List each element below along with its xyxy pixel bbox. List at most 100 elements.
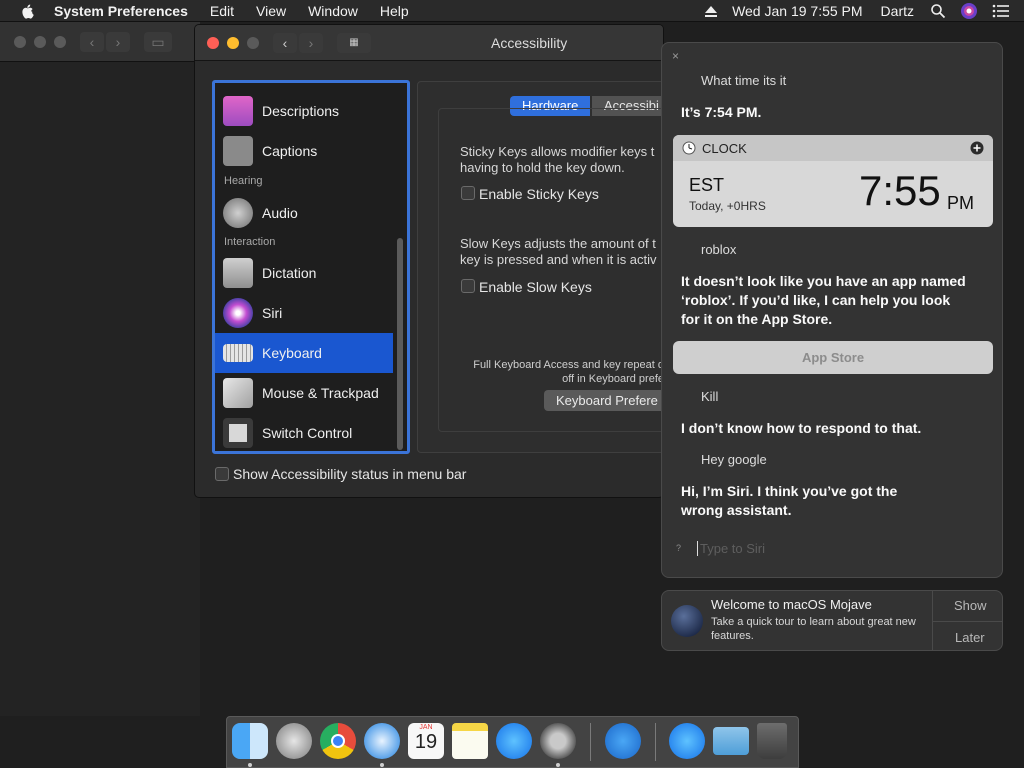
- menu-help[interactable]: Help: [380, 3, 409, 19]
- sticky-keys-description: Sticky Keys allows modifier keys t havin…: [460, 144, 654, 176]
- minimize-button[interactable]: [227, 37, 239, 49]
- status-menubar-label[interactable]: Show Accessibility status in menu bar: [233, 466, 466, 482]
- sticky-keys-label[interactable]: Enable Sticky Keys: [479, 186, 599, 202]
- sidebar-item-audio[interactable]: Audio: [215, 193, 393, 233]
- keyboard-pane: Hardware Accessibi Sticky Keys allows mo…: [417, 81, 664, 453]
- close-button[interactable]: [207, 37, 219, 49]
- menu-window[interactable]: Window: [308, 3, 358, 19]
- status-menubar-checkbox[interactable]: [215, 467, 229, 481]
- sidebar-section-interaction: Interaction: [224, 236, 276, 248]
- siri-input[interactable]: Type to Siri: [700, 541, 765, 556]
- menu-edit[interactable]: Edit: [210, 3, 234, 19]
- sidebar-item-label: Switch Control: [262, 425, 353, 441]
- sidebar-item-keyboard[interactable]: Keyboard: [215, 333, 393, 373]
- slow-keys-label[interactable]: Enable Slow Keys: [479, 279, 592, 295]
- siri-query-3: Kill: [701, 389, 719, 404]
- siri-answer-1: It’s 7:54 PM.: [681, 104, 762, 120]
- launchpad-icon[interactable]: [276, 723, 312, 759]
- siri-answer-3: I don’t know how to respond to that.: [681, 420, 922, 436]
- sidebar-item-switch-control[interactable]: Switch Control: [215, 413, 393, 451]
- calendar-icon[interactable]: JAN 19: [408, 723, 444, 759]
- clock-timezone: EST: [689, 175, 725, 195]
- bg-zoom-button[interactable]: [54, 36, 66, 48]
- dock-separator-2: [655, 723, 656, 761]
- zoom-button[interactable]: [247, 37, 259, 49]
- sidebar-item-captions[interactable]: Captions: [215, 131, 393, 171]
- notification-show-button[interactable]: Show: [954, 598, 987, 613]
- window-titlebar: ‹ › ▦ Accessibility: [195, 25, 663, 61]
- clock-ampm: PM: [947, 193, 974, 213]
- accessibility-window: ‹ › ▦ Accessibility Descriptions Caption…: [194, 24, 664, 498]
- mouse-icon: [223, 378, 253, 408]
- app-store-icon[interactable]: [496, 723, 532, 759]
- siri-answer-4: Hi, I’m Siri. I think you’ve got the wro…: [681, 483, 898, 518]
- siri-menubar-icon[interactable]: [960, 2, 978, 20]
- background-window-titlebar: ‹ › ▭: [0, 22, 200, 62]
- bg-minimize-button[interactable]: [34, 36, 46, 48]
- clock-icon: [682, 141, 696, 155]
- menu-view[interactable]: View: [256, 3, 286, 19]
- downloads-folder-icon[interactable]: [713, 727, 749, 755]
- clock-card-title: CLOCK: [702, 140, 747, 156]
- calendar-day: 19: [414, 731, 438, 753]
- clock-card[interactable]: CLOCK EST Today, +0HRS 7:55 PM: [673, 135, 993, 227]
- slow-line-1: Slow Keys adjusts the amount of t: [460, 236, 656, 251]
- bg-forward-button[interactable]: ›: [106, 32, 130, 52]
- keyboard-preferences-button[interactable]: Keyboard Prefere: [544, 390, 663, 411]
- fka-line-2: off in Keyboard prefe: [562, 373, 664, 385]
- notes-icon[interactable]: [452, 723, 488, 759]
- apple-icon[interactable]: [20, 3, 36, 19]
- sidebar-item-descriptions[interactable]: Descriptions: [215, 91, 393, 131]
- sticky-line-2: having to hold the key down.: [460, 160, 625, 175]
- back-button[interactable]: ‹: [273, 33, 297, 53]
- forward-button[interactable]: ›: [299, 33, 323, 53]
- clock-offset: Today, +0HRS: [689, 199, 766, 213]
- show-all-grid-icon[interactable]: ▦: [337, 33, 371, 53]
- calendar-month: JAN: [419, 724, 433, 731]
- siri-query-2: roblox: [701, 242, 737, 257]
- siri-close-icon[interactable]: ×: [672, 49, 679, 63]
- system-preferences-icon[interactable]: [540, 723, 576, 759]
- add-icon[interactable]: [970, 141, 984, 155]
- sidebar-item-label: Keyboard: [262, 345, 322, 361]
- sidebar-item-label: Dictation: [262, 265, 317, 281]
- siri-help-icon[interactable]: ?: [676, 543, 681, 553]
- notification-later-button[interactable]: Later: [955, 630, 985, 645]
- slow-keys-checkbox[interactable]: [461, 279, 475, 293]
- accessibility-sidebar[interactable]: Descriptions Captions Hearing Audio Inte…: [212, 80, 410, 454]
- app-store-icon[interactable]: [669, 723, 705, 759]
- sidebar-toggle-icon[interactable]: ▭: [144, 32, 172, 52]
- wifi-icon[interactable]: [605, 723, 641, 759]
- sticky-line-1: Sticky Keys allows modifier keys t: [460, 144, 655, 159]
- siri-text-cursor: [697, 541, 698, 556]
- dock-separator: [590, 723, 591, 761]
- siri-query-1: What time its it: [701, 73, 787, 88]
- spotlight-search-icon[interactable]: [930, 3, 946, 19]
- eject-icon[interactable]: [704, 4, 718, 18]
- trash-icon[interactable]: [757, 723, 787, 759]
- bg-back-button[interactable]: ‹: [80, 32, 104, 52]
- menubar-clock[interactable]: Wed Jan 19 7:55 PM: [732, 3, 862, 19]
- notification-center-icon[interactable]: [992, 4, 1010, 18]
- mojave-logo-icon: [671, 605, 703, 637]
- menubar-user[interactable]: Dartz: [881, 3, 914, 19]
- window-title: Accessibility: [491, 35, 568, 51]
- safari-icon[interactable]: [364, 723, 400, 759]
- sticky-keys-checkbox[interactable]: [461, 186, 475, 200]
- fka-line-1: Full Keyboard Access and key repeat d: [473, 359, 664, 371]
- siri-answer-2: It doesn’t look like you have an app nam…: [681, 273, 966, 327]
- sidebar-scrollbar[interactable]: [397, 238, 403, 450]
- mojave-notification[interactable]: Welcome to macOS Mojave Take a quick tou…: [661, 590, 1003, 651]
- notification-title: Welcome to macOS Mojave: [711, 597, 872, 612]
- sidebar-item-dictation[interactable]: Dictation: [215, 253, 393, 293]
- sidebar-item-label: Siri: [262, 305, 283, 321]
- finder-icon[interactable]: [232, 723, 268, 759]
- app-store-button[interactable]: App Store: [673, 341, 993, 374]
- bg-close-button[interactable]: [14, 36, 26, 48]
- app-name[interactable]: System Preferences: [54, 3, 188, 19]
- sidebar-item-siri[interactable]: Siri: [215, 293, 393, 333]
- siri-query-4: Hey google: [701, 452, 767, 467]
- sidebar-item-mouse-trackpad[interactable]: Mouse & Trackpad: [215, 373, 393, 413]
- siri-icon: [223, 298, 253, 328]
- slow-line-2: key is pressed and when it is activ: [460, 252, 657, 267]
